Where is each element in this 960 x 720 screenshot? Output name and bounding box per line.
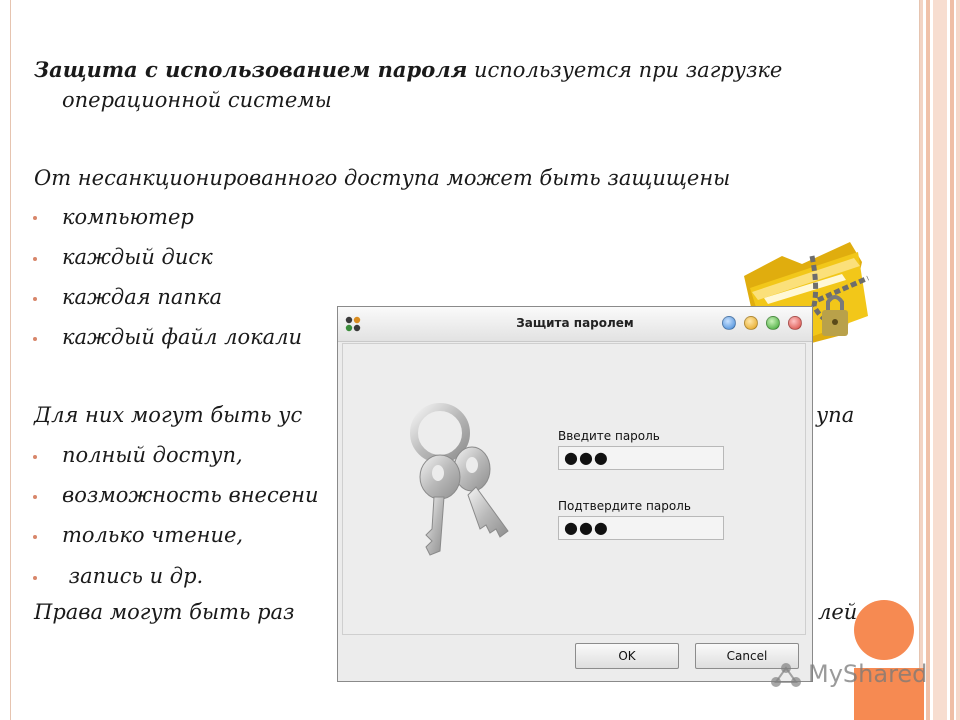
list-item: полный доступ, [62, 443, 243, 467]
slide-heading: Защита с использованием пароля используе… [34, 56, 782, 84]
list-item: каждая папка [62, 285, 222, 309]
bullet-dot [33, 535, 37, 539]
minimize-button[interactable] [744, 316, 758, 330]
list-item: каждый диск [62, 245, 213, 269]
dialog-title: Защита паролем [516, 316, 634, 330]
heading-rest: используется при загрузке [467, 58, 783, 82]
bullet-dot [33, 337, 37, 341]
help-button[interactable] [722, 316, 736, 330]
ok-button[interactable]: OK [575, 643, 679, 669]
decorative-stripes [920, 0, 960, 720]
list-item: только чтение, [62, 523, 244, 547]
footer-text: Права могут быть раз [34, 600, 295, 624]
watermark: MyShared [768, 660, 928, 694]
password-input[interactable]: ●●● [558, 446, 724, 470]
bullet-dot [33, 216, 37, 220]
bullet-dot [33, 576, 37, 580]
orange-circle-decoration [854, 600, 914, 660]
bullet-dot [33, 257, 37, 261]
maximize-button[interactable] [766, 316, 780, 330]
confirm-password-input[interactable]: ●●● [558, 516, 724, 540]
password-dialog: Защита паролем Введите пароль ●●● Подтве… [337, 306, 813, 682]
list-item: запись и др. [62, 564, 204, 588]
bullet-dot [33, 297, 37, 301]
dialog-titlebar[interactable]: Защита паролем [338, 307, 812, 342]
close-button[interactable] [788, 316, 802, 330]
intro-text: От несанкционированного доступа может бы… [34, 166, 731, 190]
bullet-dot [33, 455, 37, 459]
confirm-password-label: Подтвердите пароль [558, 499, 691, 513]
list-item: компьютер [62, 205, 194, 229]
bullet-dot [33, 495, 37, 499]
enter-password-label: Введите пароль [558, 429, 660, 443]
keys-icon [400, 403, 520, 563]
rights-intro: Для них могут быть ус [34, 403, 303, 427]
list-item: каждый файл локали [62, 325, 303, 349]
list-item: возможность внесени [62, 483, 319, 507]
heading-bold: Защита с использованием пароля [34, 57, 468, 82]
heading-line2: операционной системы [62, 88, 332, 112]
watermark-text: MyShared [808, 660, 928, 688]
rights-intro-tail: упа [816, 403, 855, 427]
